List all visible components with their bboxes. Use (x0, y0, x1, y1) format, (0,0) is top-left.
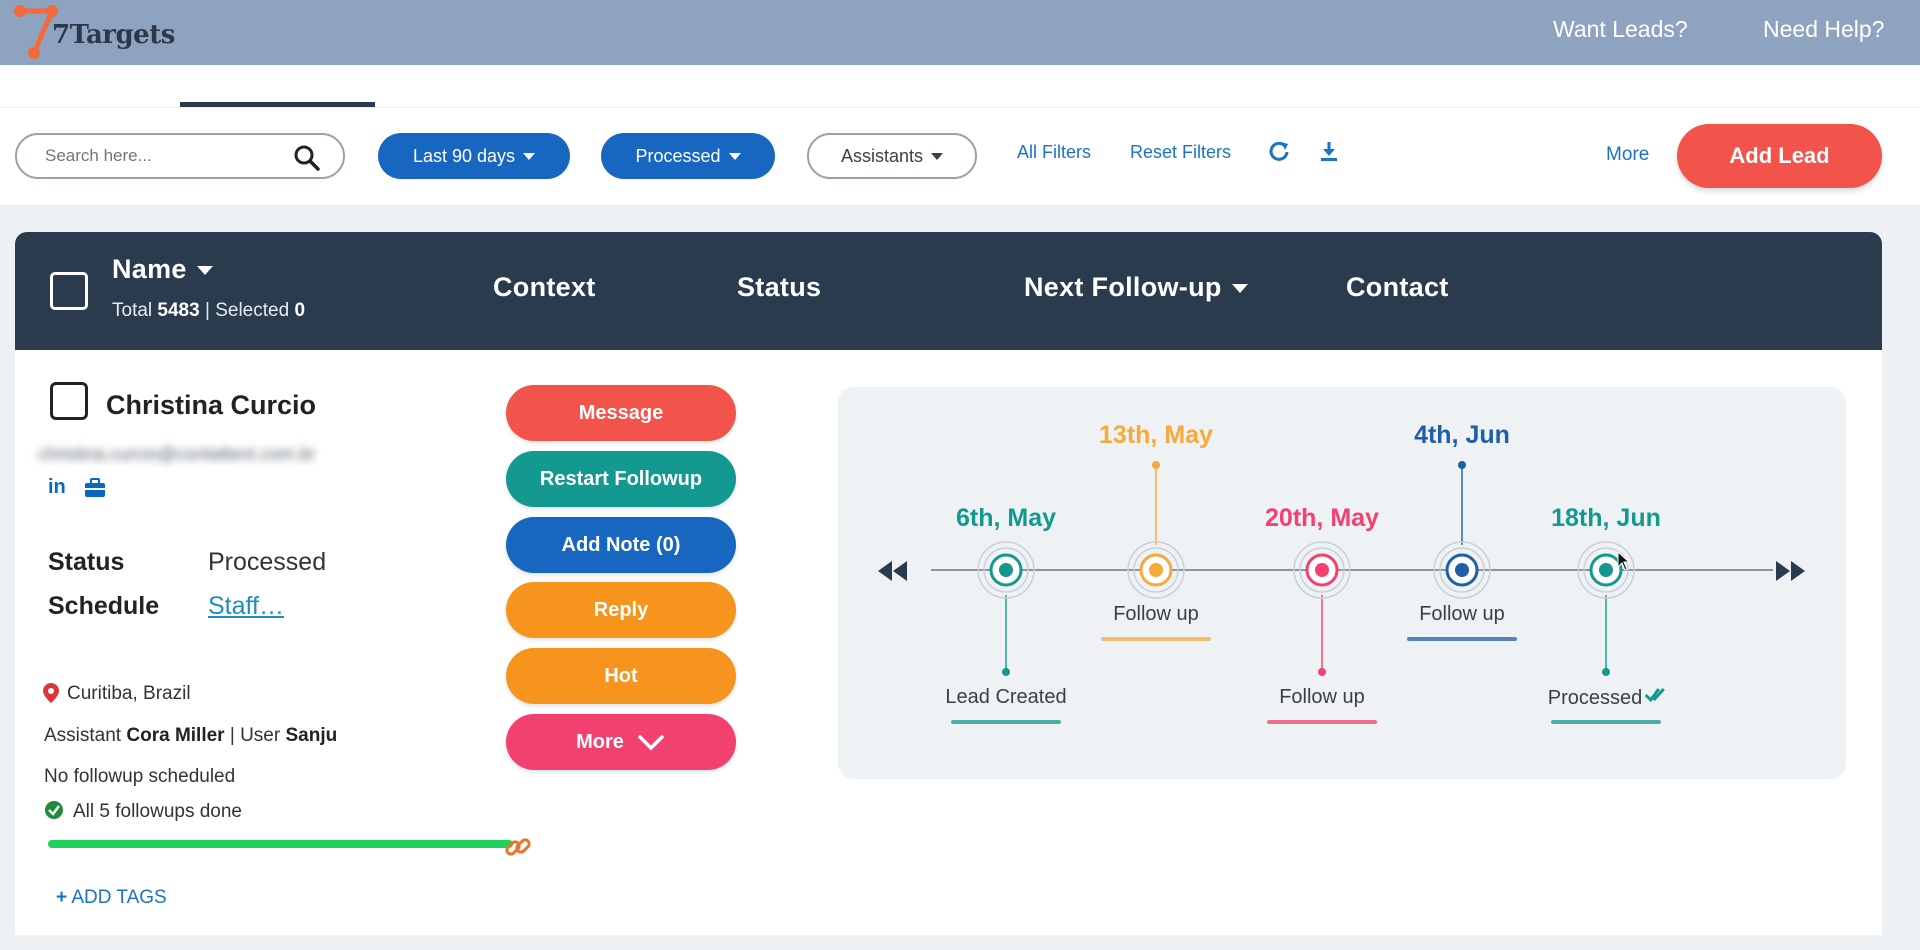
column-contact[interactable]: Contact (1346, 272, 1449, 303)
followup-timeline: 6th, May Lead Created 13th, May Follow up 20… (838, 387, 1846, 779)
brand-name: 7Targets (52, 20, 175, 50)
schedule-value: Staff… (208, 592, 284, 621)
column-next-followup-label: Next Follow-up (1024, 272, 1222, 302)
want-leads-link[interactable]: Want Leads? (1553, 16, 1688, 43)
all-filters-link[interactable]: All Filters (1017, 142, 1091, 163)
column-context[interactable]: Context (493, 272, 596, 303)
assistant-label: Assistant (44, 725, 122, 746)
total-label: Total (112, 300, 153, 321)
column-name-label: Name (112, 254, 187, 284)
add-tags-label: ADD TAGS (71, 887, 167, 908)
followup-progress-bar (48, 840, 513, 848)
followup-progress-fill (48, 840, 513, 848)
tab-strip (0, 65, 1920, 107)
user-label: User (240, 725, 281, 746)
table-header: Name Total 5483 | Selected 0 Context Sta… (15, 232, 1882, 350)
search-input[interactable] (45, 146, 285, 166)
briefcase-icon[interactable] (84, 478, 106, 498)
timeline-underline (1551, 720, 1661, 724)
timeline-label: Processed (1548, 686, 1665, 710)
date-range-dropdown[interactable]: Last 90 days (378, 133, 570, 179)
status-value: Processed (208, 548, 327, 576)
more-actions-label: More (576, 730, 624, 753)
user-name: Sanju (285, 725, 338, 746)
top-nav: 7Targets Want Leads? Need Help? (0, 0, 1920, 65)
lead-name[interactable]: Christina Curcio (106, 390, 316, 421)
followup-note: No followup scheduled (44, 766, 236, 787)
add-tags-button[interactable]: + ADD TAGS (56, 887, 167, 909)
state-label: Processed (635, 145, 721, 166)
selected-label: Selected (215, 300, 290, 321)
lead-email: christina.curcio@contattent.com.br (38, 444, 316, 464)
need-help-link[interactable]: Need Help? (1763, 16, 1884, 43)
caret-down-icon (1231, 284, 1248, 294)
check-circle-icon (45, 801, 63, 819)
assistants-label: Assistants (840, 145, 924, 166)
download-icon[interactable] (1318, 140, 1340, 162)
assistant-name: Cora Miller (126, 725, 225, 746)
chevron-down-icon (638, 735, 664, 751)
schedule-label: Schedule (48, 592, 160, 620)
search-box (15, 133, 345, 179)
link-icon[interactable] (503, 832, 533, 862)
plus-icon: + (56, 887, 68, 908)
refresh-icon[interactable] (1268, 140, 1290, 162)
active-tab-indicator (180, 102, 375, 107)
caret-down-icon (196, 266, 213, 276)
assistant-user-line: Assistant Cora Miller | User Sanju (44, 725, 338, 746)
caret-down-icon (728, 152, 741, 160)
more-actions-button[interactable]: More (506, 714, 736, 770)
status-label: Status (48, 548, 125, 576)
column-name[interactable]: Name (112, 254, 213, 285)
select-all-checkbox[interactable] (50, 272, 88, 310)
message-button[interactable]: Message (506, 385, 736, 441)
caret-down-icon (931, 152, 944, 160)
followups-done: All 5 followups done (73, 801, 242, 822)
lead-checkbox[interactable] (50, 382, 88, 420)
date-range-label: Last 90 days (412, 145, 516, 166)
more-link[interactable]: More (1606, 144, 1649, 166)
schedule-link[interactable]: Staff… (208, 592, 284, 620)
linkedin-icon[interactable]: in (48, 476, 66, 499)
search-icon[interactable] (293, 144, 321, 172)
restart-followup-button[interactable]: Restart Followup (506, 451, 736, 507)
timeline-date: 18th, Jun (1551, 504, 1661, 532)
caret-down-icon (523, 152, 536, 160)
timeline-stem (1602, 595, 1610, 676)
location-pin-icon (43, 683, 59, 703)
column-status[interactable]: Status (737, 272, 821, 303)
add-lead-button[interactable]: Add Lead (1677, 124, 1882, 188)
selected-count: 0 (294, 300, 306, 321)
double-check-icon (1644, 687, 1665, 703)
hot-button[interactable]: Hot (506, 648, 736, 704)
mouse-cursor-icon (1617, 551, 1631, 571)
assistants-dropdown[interactable]: Assistants (807, 133, 977, 179)
reset-filters-link[interactable]: Reset Filters (1130, 142, 1231, 163)
total-count: 5483 (157, 300, 200, 321)
column-next-followup[interactable]: Next Follow-up (1024, 272, 1248, 303)
reply-button[interactable]: Reply (506, 582, 736, 638)
add-note-button[interactable]: Add Note (0) (506, 517, 736, 573)
lead-location: Curitiba, Brazil (67, 683, 191, 704)
state-dropdown[interactable]: Processed (601, 133, 775, 179)
total-selected-summary: Total 5483 | Selected 0 (112, 300, 306, 321)
